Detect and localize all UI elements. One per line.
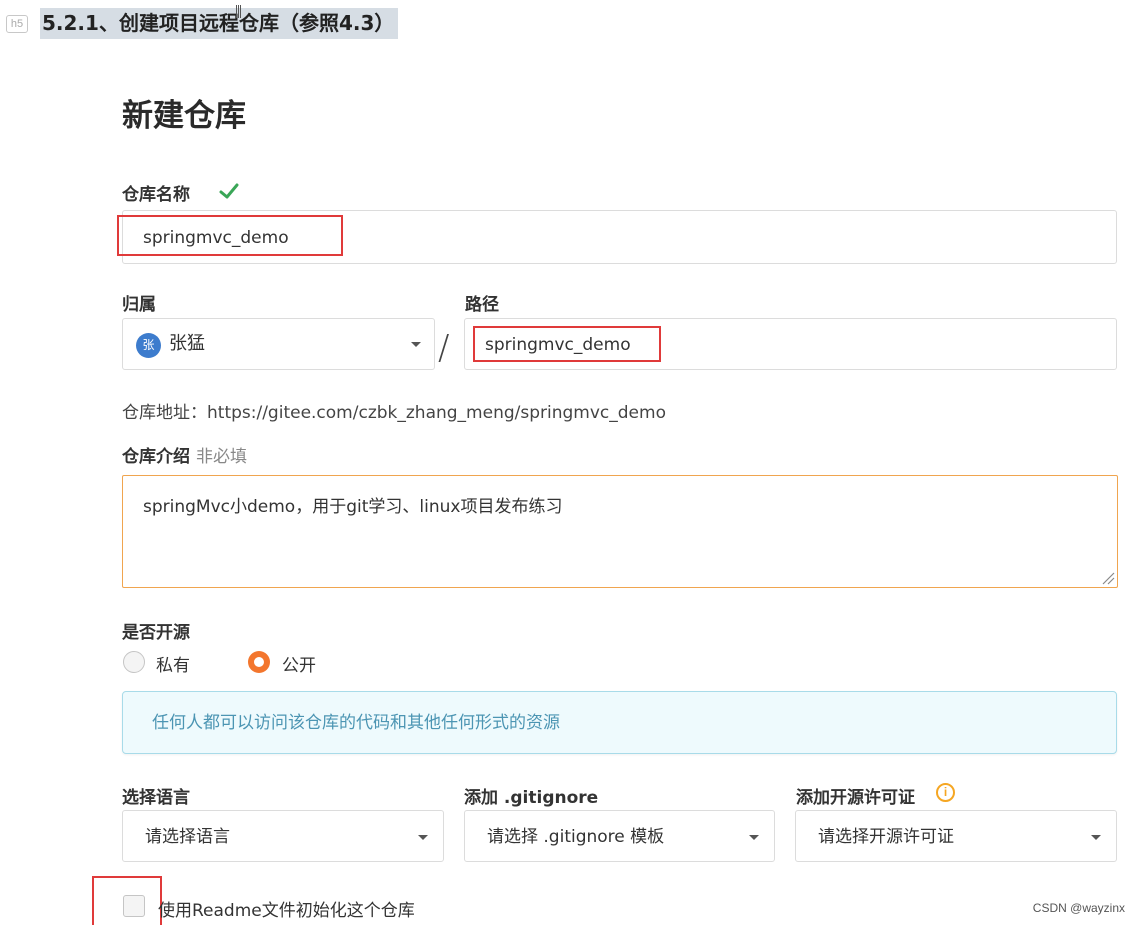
gitignore-select[interactable]: 请选择 .gitignore 模板 (464, 810, 775, 862)
owner-value: 张猛 (169, 333, 205, 354)
path-separator: / (438, 328, 450, 368)
readme-checkbox[interactable] (123, 895, 145, 917)
description-textarea[interactable]: springMvc小demo，用于git学习、linux项目发布练习 (122, 475, 1118, 588)
owner-label: 归属 (122, 295, 156, 315)
radio-public[interactable] (248, 651, 270, 673)
annotation-highlight-path (473, 326, 661, 362)
description-value: springMvc小demo，用于git学习、linux项目发布练习 (143, 497, 563, 517)
chevron-down-icon (749, 835, 759, 840)
visibility-info-box: 任何人都可以访问该仓库的代码和其他任何形式的资源 (122, 691, 1117, 754)
description-label-text: 仓库介绍 (122, 447, 190, 467)
license-select-value: 请选择开源许可证 (818, 827, 954, 847)
radio-private-label: 私有 (156, 656, 190, 676)
info-icon[interactable]: i (936, 783, 955, 802)
resize-handle-icon[interactable] (1101, 571, 1115, 585)
repo-url-text: 仓库地址：https://gitee.com/czbk_zhang_meng/s… (122, 403, 666, 423)
language-select[interactable]: 请选择语言 (122, 810, 444, 862)
watermark: CSDN @wayzinx (1032, 901, 1125, 915)
radio-private[interactable] (123, 651, 145, 673)
language-select-value: 请选择语言 (145, 827, 230, 847)
text-cursor-icon (236, 5, 241, 18)
check-icon (219, 183, 239, 199)
doc-heading: h5 5.2.1、创建项目远程仓库（参照4.3） (0, 0, 1139, 48)
chevron-down-icon (411, 342, 421, 347)
repo-name-label: 仓库名称 (122, 185, 190, 205)
doc-heading-text: 5.2.1、创建项目远程仓库（参照4.3） (40, 8, 399, 39)
heading-level-tag: h5 (6, 15, 28, 33)
license-select[interactable]: 请选择开源许可证 (795, 810, 1117, 862)
annotation-highlight-repo-name (117, 215, 343, 256)
visibility-info-text: 任何人都可以访问该仓库的代码和其他任何形式的资源 (152, 713, 560, 733)
owner-select[interactable]: 张 张猛 (122, 318, 435, 370)
license-label: 添加开源许可证 (796, 788, 915, 808)
radio-public-label: 公开 (282, 656, 316, 676)
readme-checkbox-label: 使用Readme文件初始化这个仓库 (158, 901, 415, 921)
open-source-label: 是否开源 (122, 623, 190, 643)
description-label: 仓库介绍 非必填 (122, 442, 247, 467)
optional-hint: 非必填 (196, 447, 247, 467)
chevron-down-icon (1091, 835, 1101, 840)
language-label: 选择语言 (122, 788, 190, 808)
gitignore-label: 添加 .gitignore (464, 788, 599, 808)
gitignore-select-value: 请选择 .gitignore 模板 (487, 827, 665, 847)
path-label: 路径 (465, 295, 499, 315)
chevron-down-icon (418, 835, 428, 840)
page-title: 新建仓库 (122, 98, 246, 134)
avatar: 张 (136, 333, 161, 358)
